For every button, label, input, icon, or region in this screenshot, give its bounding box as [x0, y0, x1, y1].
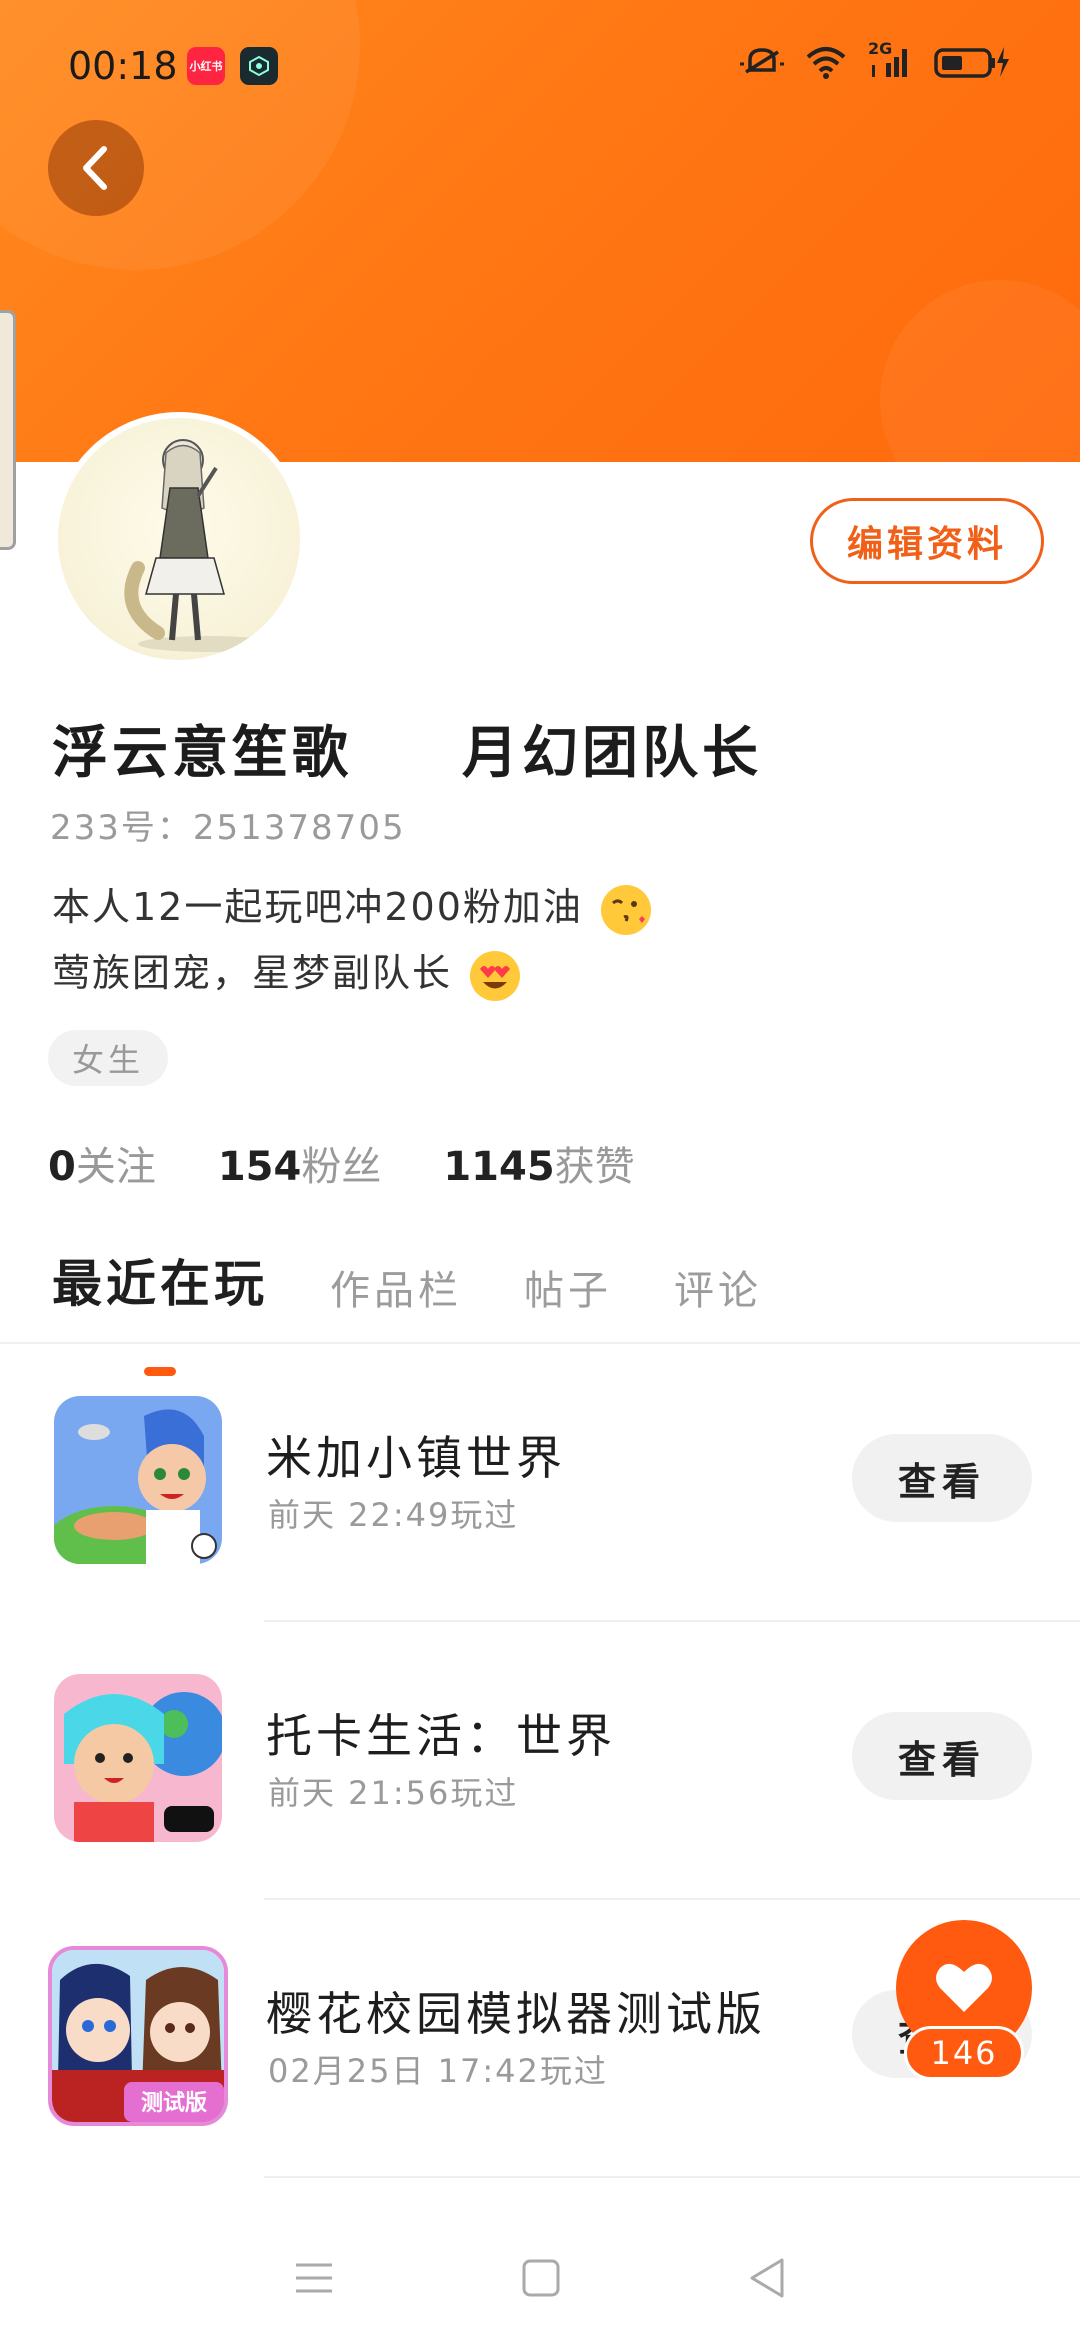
signal-icon: 2G — [868, 39, 912, 79]
avatar-image — [58, 418, 300, 660]
game-title: 托卡生活：世界 — [266, 1709, 616, 1763]
avatar[interactable] — [52, 412, 306, 666]
battery-icon — [934, 45, 1010, 79]
game-title: 米加小镇世界 — [266, 1431, 566, 1485]
heart-icon — [936, 1963, 992, 2012]
user-id: 233号：251378705 — [50, 808, 406, 848]
xiaohongshu-app-icon: 小红书 — [187, 47, 225, 85]
row-divider — [264, 2176, 1080, 2178]
bio-line: 本人12一起玩吧冲200粉加油 — [52, 874, 651, 940]
likes-stat[interactable]: 1145获赞 — [443, 1134, 634, 1192]
tab-comments[interactable]: 评论 — [674, 1258, 762, 1316]
gender-tag: 女生 — [48, 1030, 168, 1086]
edit-profile-button[interactable]: 编辑资料 — [810, 498, 1044, 584]
floating-side-handle[interactable] — [0, 310, 16, 550]
username: 浮云意笙歌 — [52, 721, 352, 786]
back-nav-icon[interactable] — [748, 2257, 786, 2303]
home-icon[interactable] — [522, 2259, 560, 2301]
back-button[interactable] — [48, 120, 144, 216]
game-last-played: 02月25日 17:42玩过 — [268, 2052, 608, 2090]
system-navigation-bar — [0, 2220, 1080, 2340]
list-item[interactable]: 托卡生活：世界 前天 21:56玩过 查看 — [0, 1622, 1080, 1900]
view-button[interactable]: 查看 — [852, 1434, 1032, 1522]
profile-page: 00:18 小红书 2G 编辑资料 浮云意笙歌 月幻团队长 233号：25137… — [0, 0, 1080, 2340]
heart-eyes-emoji-icon — [470, 950, 521, 1001]
game-last-played: 前天 21:56玩过 — [268, 1774, 519, 1812]
status-icons: 2G — [740, 39, 1010, 80]
bio-line: 莺族团宠，星梦副队长 — [52, 940, 651, 1006]
tab-posts[interactable]: 帖子 — [524, 1258, 612, 1316]
likes-label: 获赞 — [554, 1144, 635, 1190]
tab-works[interactable]: 作品栏 — [330, 1258, 462, 1316]
toca-life-icon — [54, 1674, 222, 1842]
chevron-left-icon — [83, 146, 107, 190]
likes-count: 1145 — [443, 1144, 555, 1190]
fans-stat[interactable]: 154粉丝 — [218, 1134, 382, 1192]
like-count-badge: 146 — [904, 2026, 1024, 2080]
fans-label: 粉丝 — [301, 1144, 382, 1190]
user-title: 月幻团队长 — [462, 721, 762, 786]
mute-icon — [740, 44, 784, 80]
following-label: 关注 — [75, 1144, 156, 1190]
banner-decoration — [880, 280, 1080, 462]
tab-recently-played[interactable]: 最近在玩 — [52, 1244, 268, 1376]
fans-count: 154 — [217, 1144, 302, 1190]
list-item[interactable]: 米加小镇世界 前天 22:49玩过 查看 — [0, 1344, 1080, 1622]
svg-text:测试版: 测试版 — [141, 2091, 207, 2116]
game-title: 樱花校园模拟器测试版 — [266, 1987, 766, 2041]
status-time: 00:18 — [68, 44, 178, 88]
profile-bio: 本人12一起玩吧冲200粉加油 莺族团宠，星梦副队长 — [52, 874, 651, 1006]
profile-name-row: 浮云意笙歌 月幻团队长 — [52, 708, 762, 789]
menu-icon[interactable] — [294, 2261, 334, 2299]
view-button[interactable]: 查看 — [852, 1712, 1032, 1800]
miga-town-icon — [54, 1396, 222, 1564]
status-bar: 00:18 小红书 2G — [0, 0, 1080, 130]
following-stat[interactable]: 0关注 — [48, 1134, 156, 1192]
sakura-school-icon: 测试版 — [48, 1946, 228, 2126]
game-last-played: 前天 22:49玩过 — [268, 1496, 519, 1534]
wifi-icon — [806, 45, 846, 79]
kiss-emoji-icon — [600, 884, 651, 935]
profile-tabs: 最近在玩 作品栏 帖子 评论 — [52, 1244, 762, 1376]
app-notification-icon — [240, 47, 278, 85]
network-type-label: 2G — [868, 39, 893, 58]
bio-text: 莺族团宠，星梦副队长 — [52, 951, 453, 995]
profile-stats: 0关注 154粉丝 1145获赞 — [48, 1134, 635, 1192]
following-count: 0 — [48, 1144, 76, 1190]
bio-text: 本人12一起玩吧冲200粉加油 — [52, 885, 583, 929]
